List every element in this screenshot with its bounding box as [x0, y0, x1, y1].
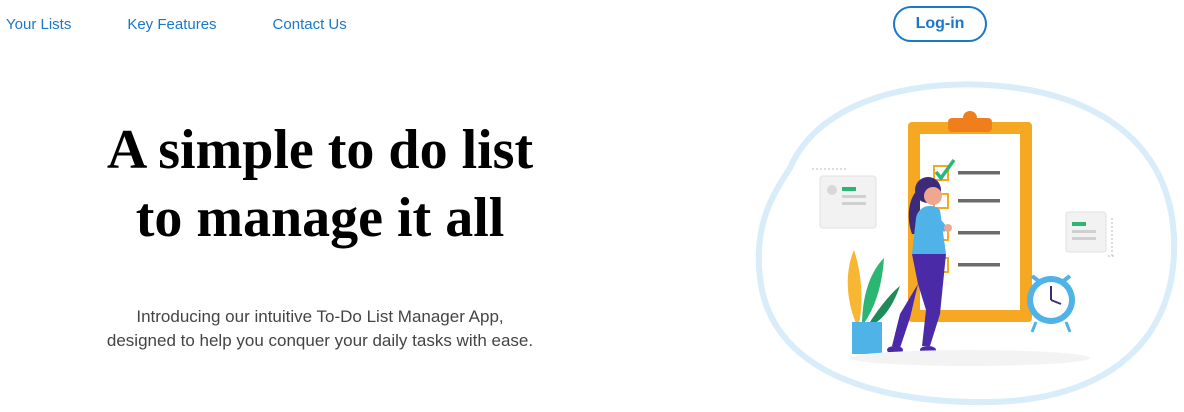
left-floating-card [812, 168, 877, 229]
todo-illustration [755, 81, 1178, 406]
nav-link-key-features[interactable]: Key Features [127, 16, 216, 33]
hero-title: A simple to do list to manage it all [20, 116, 620, 252]
nav-link-your-lists[interactable]: Your Lists [6, 16, 71, 33]
hero-subtitle-line-1: Introducing our intuitive To-Do List Man… [136, 307, 504, 326]
hero-title-line-2: to manage it all [135, 187, 505, 249]
alarm-clock-icon [1027, 274, 1075, 333]
top-nav: Your Lists Key Features Contact Us [6, 16, 403, 33]
floor-shadow [850, 350, 1090, 366]
login-button[interactable]: Log-in [893, 6, 987, 42]
hero-subtitle: Introducing our intuitive To-Do List Man… [20, 305, 620, 353]
hero-subtitle-line-2: designed to help you conquer your daily … [106, 331, 534, 350]
nav-link-contact-us[interactable]: Contact Us [273, 16, 347, 33]
hero-title-line-1: A simple to do list [106, 119, 534, 181]
